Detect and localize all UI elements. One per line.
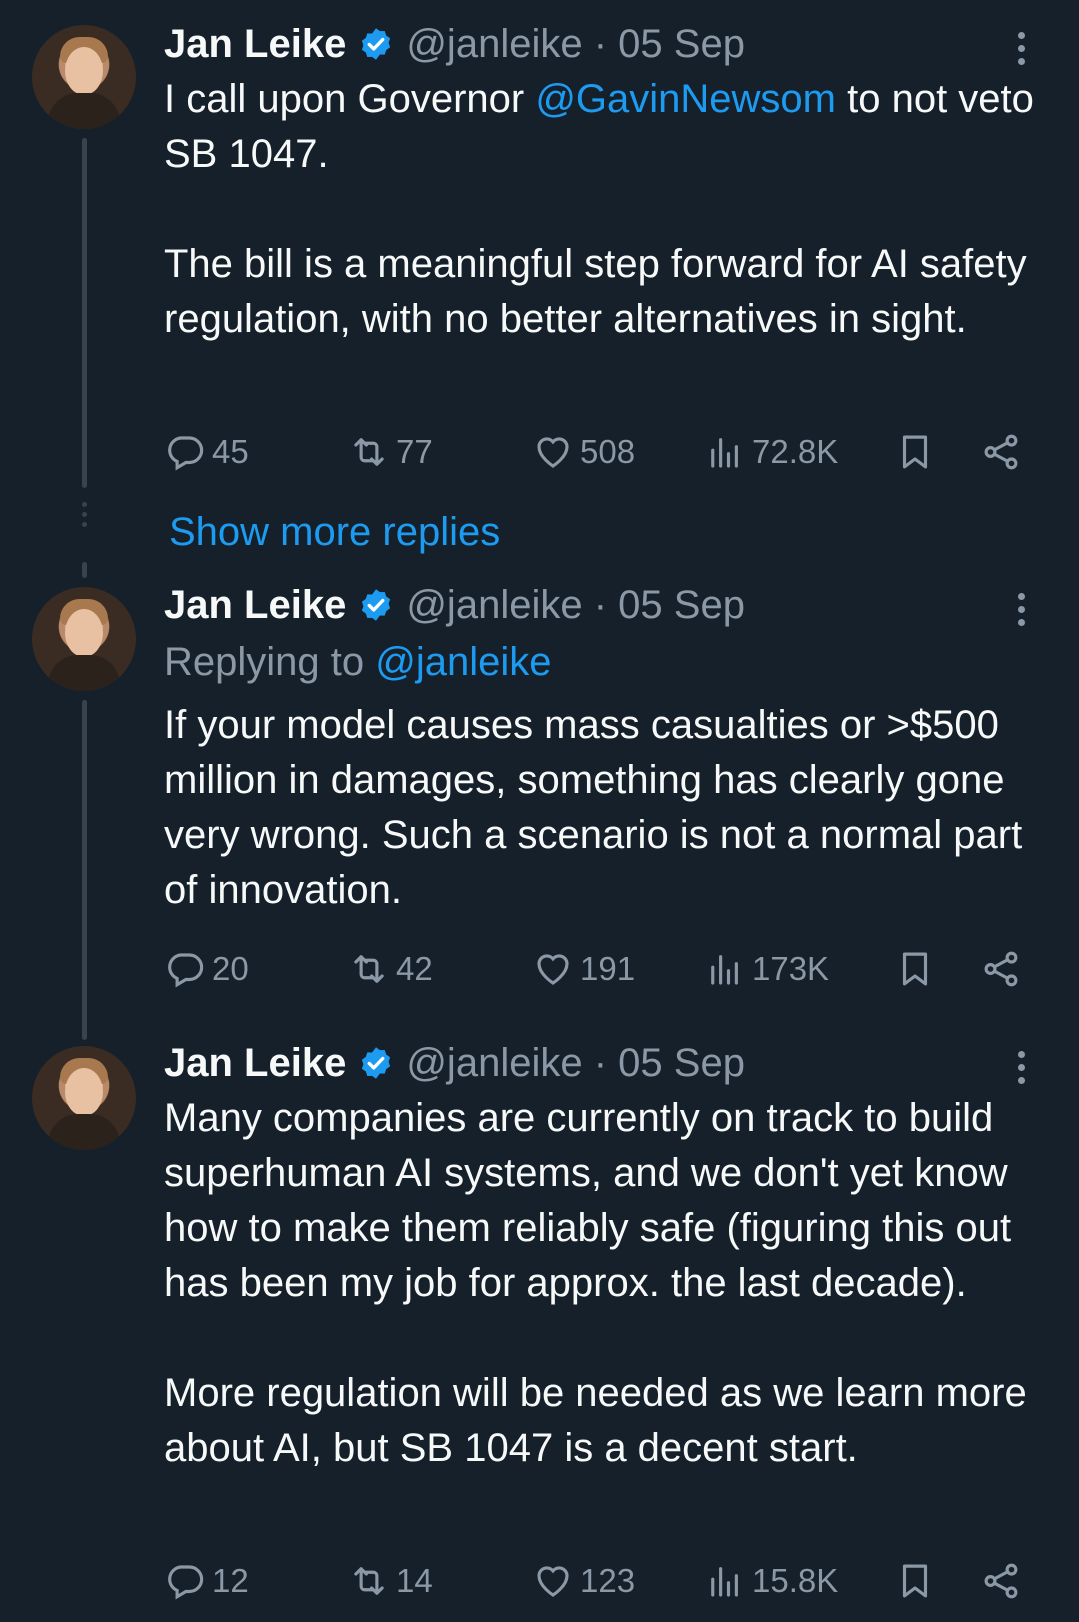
text-paragraph: Many companies are currently on track to… — [164, 1096, 1012, 1305]
verified-badge-icon — [358, 587, 394, 623]
like-icon — [532, 431, 574, 473]
share-icon — [980, 431, 1022, 473]
tweet-text: If your model causes mass casualties or … — [164, 698, 1044, 918]
like-icon — [532, 1560, 574, 1602]
reply-button[interactable]: 45 — [164, 428, 249, 476]
repost-icon — [348, 1560, 390, 1602]
reply-icon — [164, 431, 206, 473]
repost-button[interactable]: 14 — [348, 1557, 433, 1605]
bookmark-icon — [894, 431, 936, 473]
view-count: 15.8K — [752, 1562, 839, 1599]
avatar[interactable] — [32, 587, 136, 691]
text-paragraph: If your model causes mass casualties or … — [164, 703, 1023, 912]
reply-button[interactable]: 20 — [164, 945, 249, 993]
text-paragraph: The bill is a meaningful step forward fo… — [164, 242, 1027, 341]
repost-icon — [348, 431, 390, 473]
like-button[interactable]: 508 — [532, 428, 635, 476]
share-icon — [980, 1560, 1022, 1602]
reply-icon — [164, 1560, 206, 1602]
action-bar: 20 42 191 173K — [164, 945, 1044, 993]
share-button[interactable] — [980, 428, 1028, 476]
separator: · — [593, 21, 608, 66]
like-button[interactable]: 123 — [532, 1557, 635, 1605]
share-icon — [980, 948, 1022, 990]
thread-gap-dots — [79, 502, 90, 532]
separator: · — [593, 1040, 608, 1085]
action-bar: 45 77 508 72.8K — [164, 428, 1044, 476]
replying-to-label: Replying to — [164, 640, 376, 684]
more-options-icon[interactable] — [1018, 1051, 1028, 1090]
author-name[interactable]: Jan Leike — [164, 22, 346, 67]
views-button[interactable]: 72.8K — [704, 428, 838, 476]
author-name[interactable]: Jan Leike — [164, 1041, 346, 1086]
tweet-header: Jan Leike @janleike · 05 Sep — [164, 20, 745, 68]
separator: · — [593, 582, 608, 627]
reply-count: 20 — [212, 950, 249, 987]
thread-line — [82, 138, 87, 488]
thread-line — [82, 562, 87, 578]
reply-count: 12 — [212, 1562, 249, 1599]
tweet-date[interactable]: 05 Sep — [618, 1041, 745, 1086]
text-paragraph: More regulation will be needed as we lea… — [164, 1371, 1027, 1470]
views-icon — [704, 1560, 746, 1602]
tweet-text: I call upon Governor @GavinNewsom to not… — [164, 72, 1044, 347]
tweet-date[interactable]: 05 Sep — [618, 22, 745, 67]
author-handle[interactable]: @janleike — [406, 1041, 582, 1086]
bookmark-button[interactable] — [894, 428, 942, 476]
tweet-text: Many companies are currently on track to… — [164, 1091, 1044, 1476]
repost-count: 14 — [396, 1562, 433, 1599]
repost-count: 42 — [396, 950, 433, 987]
more-options-icon[interactable] — [1018, 32, 1028, 71]
share-button[interactable] — [980, 945, 1028, 993]
avatar[interactable] — [32, 1046, 136, 1150]
replying-to: Replying to @janleike — [164, 640, 551, 685]
text-segment: I call upon Governor — [164, 77, 536, 121]
repost-button[interactable]: 42 — [348, 945, 433, 993]
verified-badge-icon — [358, 1045, 394, 1081]
reply-button[interactable]: 12 — [164, 1557, 249, 1605]
repost-button[interactable]: 77 — [348, 428, 433, 476]
like-count: 123 — [580, 1562, 636, 1599]
avatar[interactable] — [32, 25, 136, 129]
replying-to-handle[interactable]: @janleike — [375, 640, 551, 684]
like-button[interactable]: 191 — [532, 945, 635, 993]
thread-line — [82, 700, 87, 1040]
tweet-header: Jan Leike @janleike · 05 Sep — [164, 1039, 745, 1087]
like-count: 508 — [580, 433, 636, 470]
mention-link[interactable]: @GavinNewsom — [535, 77, 836, 121]
reply-count: 45 — [212, 433, 249, 470]
more-options-icon[interactable] — [1018, 593, 1028, 632]
share-button[interactable] — [980, 1557, 1028, 1605]
bookmark-button[interactable] — [894, 945, 942, 993]
tweet-date[interactable]: 05 Sep — [618, 583, 745, 628]
views-icon — [704, 431, 746, 473]
repost-count: 77 — [396, 433, 433, 470]
like-count: 191 — [580, 950, 636, 987]
like-icon — [532, 948, 574, 990]
author-handle[interactable]: @janleike — [406, 22, 582, 67]
reply-icon — [164, 948, 206, 990]
verified-badge-icon — [358, 26, 394, 62]
view-count: 173K — [752, 950, 830, 987]
show-more-replies-link[interactable]: Show more replies — [169, 510, 500, 555]
views-button[interactable]: 15.8K — [704, 1557, 838, 1605]
bookmark-icon — [894, 1560, 936, 1602]
bookmark-button[interactable] — [894, 1557, 942, 1605]
author-handle[interactable]: @janleike — [406, 583, 582, 628]
bookmark-icon — [894, 948, 936, 990]
repost-icon — [348, 948, 390, 990]
view-count: 72.8K — [752, 433, 839, 470]
tweet-header: Jan Leike @janleike · 05 Sep — [164, 581, 745, 629]
views-button[interactable]: 173K — [704, 945, 829, 993]
action-bar: 12 14 123 15.8K — [164, 1557, 1044, 1605]
author-name[interactable]: Jan Leike — [164, 583, 346, 628]
views-icon — [704, 948, 746, 990]
